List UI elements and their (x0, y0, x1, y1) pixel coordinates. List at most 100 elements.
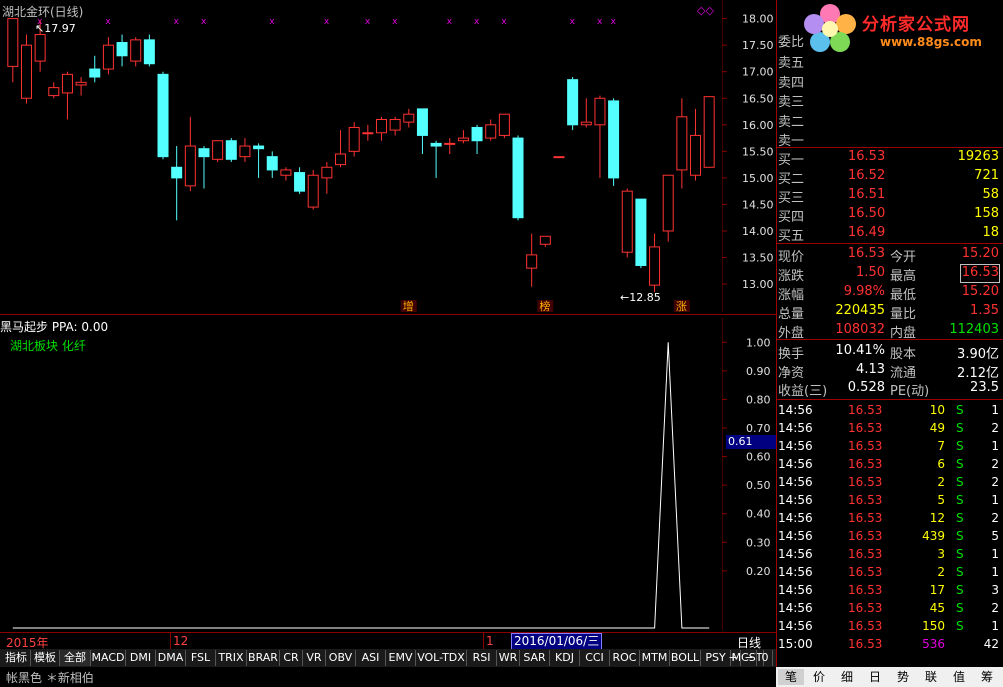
candle[interactable] (690, 108, 702, 181)
candle[interactable] (116, 34, 128, 67)
tab-kdj[interactable]: KDJ (550, 650, 580, 666)
candle[interactable] (157, 71, 169, 160)
candle[interactable] (594, 95, 606, 178)
candle[interactable] (457, 130, 469, 144)
candle[interactable] (403, 108, 415, 128)
candle[interactable] (389, 116, 401, 136)
tab-asi[interactable]: ASI (356, 650, 386, 666)
tab-模板[interactable]: 模板 (31, 650, 60, 666)
panel-tab-7[interactable]: 筹 (974, 669, 1000, 685)
candle[interactable] (539, 235, 551, 247)
tab-obv[interactable]: OBV (326, 650, 356, 666)
pane-divider[interactable] (0, 314, 776, 315)
tab-emv[interactable]: EMV (386, 650, 416, 666)
candle[interactable] (184, 116, 196, 192)
panel-tab-0[interactable]: 笔 (778, 669, 804, 685)
tab-fsl[interactable]: FSL (186, 650, 216, 666)
candle[interactable] (430, 140, 442, 178)
candle[interactable] (143, 34, 155, 67)
tab-macd[interactable]: MACD (91, 650, 126, 666)
tab-dmi[interactable]: DMI (126, 650, 156, 666)
tab-roc[interactable]: ROC (610, 650, 640, 666)
date-bar[interactable]: 2015年 12 1 2016/01/06/三 日线 (0, 632, 776, 650)
event-marker[interactable]: x (365, 17, 371, 27)
candle[interactable] (526, 233, 538, 287)
candle[interactable] (335, 130, 347, 168)
annotation-marker[interactable]: 涨 (676, 300, 687, 313)
candle[interactable] (225, 138, 237, 162)
candle[interactable] (362, 124, 374, 141)
annotation-marker[interactable]: 增 (403, 299, 414, 313)
candle[interactable] (266, 151, 278, 178)
event-marker[interactable]: x (201, 17, 207, 27)
tab-全部[interactable]: 全部 (60, 650, 91, 666)
indicator-chart[interactable]: 黑马起步 PPA: 0.00 湖北板块 化纤 (0, 318, 722, 630)
event-marker[interactable]: x (324, 17, 330, 27)
panel-tab-6[interactable]: 值 (946, 669, 972, 685)
event-marker[interactable]: x (447, 17, 453, 27)
candle[interactable] (61, 71, 73, 120)
candle[interactable] (635, 198, 647, 269)
candle[interactable] (198, 146, 210, 189)
tab-vr[interactable]: VR (303, 650, 326, 666)
candle[interactable] (485, 119, 497, 141)
candle[interactable] (75, 77, 87, 96)
tab-trix[interactable]: TRIX (216, 650, 247, 666)
panel-tab-5[interactable]: 联 (918, 669, 944, 685)
tab-vol-tdx[interactable]: VOL-TDX (416, 650, 467, 666)
event-marker[interactable]: x (570, 17, 576, 27)
tab-boll[interactable]: BOLL (670, 650, 701, 666)
candle[interactable] (348, 122, 360, 157)
candle[interactable] (553, 156, 565, 159)
candle[interactable] (239, 138, 251, 162)
candle[interactable] (89, 55, 101, 83)
candle[interactable] (130, 37, 142, 67)
event-marker[interactable]: x (501, 17, 507, 27)
tab-rsi[interactable]: RSI (467, 650, 497, 666)
candle[interactable] (20, 34, 32, 104)
tab-sar[interactable]: SAR (520, 650, 550, 666)
price-chart[interactable]: xxxxxxxxxxxxxxx增榜涨 湖北金环(日线) ↖17.97 ←12.8… (0, 0, 722, 313)
candle[interactable] (703, 96, 715, 168)
candle[interactable] (321, 161, 333, 194)
candle[interactable] (676, 98, 688, 189)
candle[interactable] (580, 98, 592, 128)
panel-tab-1[interactable]: 价 (806, 669, 832, 685)
event-marker[interactable]: x (597, 17, 603, 27)
candle[interactable] (253, 143, 265, 178)
candle[interactable] (294, 167, 306, 194)
candle[interactable] (375, 116, 387, 141)
candle[interactable] (662, 174, 674, 242)
panel-tab-3[interactable]: 日 (862, 669, 888, 685)
tab-control-0[interactable]: + (726, 650, 741, 666)
tab-mtm[interactable]: MTM (640, 650, 670, 666)
tab-cr[interactable]: CR (280, 650, 303, 666)
candle[interactable] (471, 124, 483, 154)
candlestick-plot[interactable]: xxxxxxxxxxxxxxx增榜涨 (0, 0, 722, 313)
indicator-plot[interactable] (0, 318, 722, 630)
diamond-icon[interactable]: ◇◇ (697, 4, 714, 17)
candle[interactable] (212, 140, 224, 162)
event-marker[interactable]: x (105, 17, 111, 27)
candle[interactable] (498, 113, 510, 139)
event-marker[interactable]: x (611, 17, 617, 27)
candle[interactable] (48, 82, 60, 99)
annotation-marker[interactable]: 榜 (539, 299, 550, 313)
event-marker[interactable]: x (474, 17, 480, 27)
candle[interactable] (621, 188, 633, 258)
candle[interactable] (567, 77, 579, 131)
candle[interactable] (512, 135, 524, 221)
candle[interactable] (7, 18, 19, 83)
candle[interactable] (307, 169, 319, 210)
event-marker[interactable]: x (392, 17, 398, 27)
candle[interactable] (444, 138, 456, 154)
panel-tab-4[interactable]: 势 (890, 669, 916, 685)
candle[interactable] (649, 233, 661, 293)
tab-brar[interactable]: BRAR (247, 650, 280, 666)
tab-dma[interactable]: DMA (156, 650, 186, 666)
tab-指标[interactable]: 指标 (2, 650, 31, 666)
panel-tab-2[interactable]: 细 (834, 669, 860, 685)
tab-control-1[interactable]: − (742, 650, 757, 666)
candle[interactable] (171, 146, 183, 221)
tab-control-2[interactable]: 0 (758, 650, 773, 666)
